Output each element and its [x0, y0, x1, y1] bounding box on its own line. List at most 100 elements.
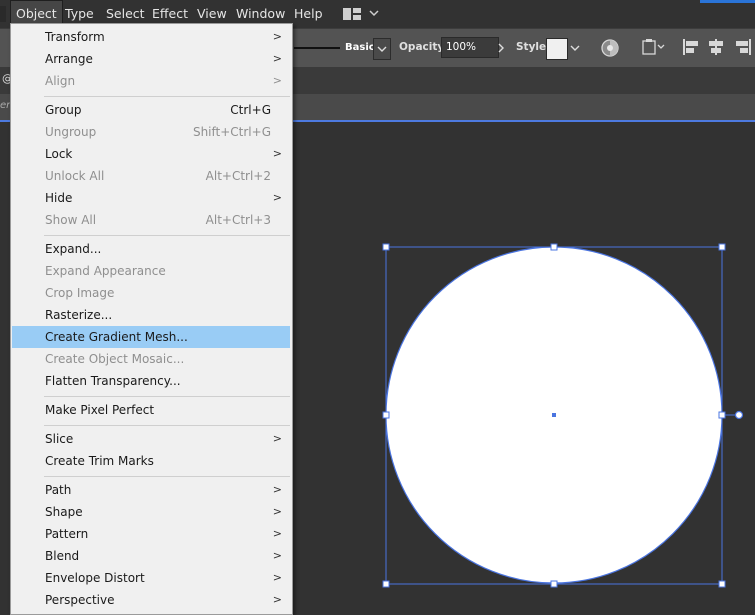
submenu-arrow-icon: > [272, 147, 282, 160]
menu-item-flatten-transparency[interactable]: Flatten Transparency... [12, 370, 290, 392]
menu-item-label: Ungroup [45, 125, 97, 139]
menu-item-label: Shape [45, 505, 83, 519]
brush-label: Basic [345, 42, 375, 53]
menu-item-create-gradient-mesh[interactable]: Create Gradient Mesh... [12, 326, 290, 348]
submenu-arrow-icon: > [272, 549, 282, 562]
menu-item-label: Envelope Distort [45, 571, 145, 585]
brush-stroke-preview[interactable] [294, 47, 340, 49]
menu-item-label: Transform [45, 30, 105, 44]
chevron-down-icon [377, 46, 387, 52]
menu-item-create-object-mosaic: Create Object Mosaic... [12, 348, 290, 370]
menu-item-label: Rasterize... [45, 308, 113, 322]
menu-item-shape[interactable]: Shape > [12, 501, 290, 523]
submenu-arrow-icon: > [272, 505, 282, 518]
menu-item-expand-appearance: Expand Appearance [12, 260, 290, 282]
menu-item-label: Blend [45, 549, 80, 563]
chevron-down-icon [570, 45, 580, 51]
menu-item-expand[interactable]: Expand... [12, 238, 290, 260]
align-left-icon[interactable] [682, 38, 700, 56]
menu-separator [44, 235, 290, 236]
handle-middle-left[interactable] [382, 411, 390, 419]
submenu-arrow-icon: > [272, 74, 282, 87]
handle-bottom-middle[interactable] [550, 580, 558, 588]
menu-item-transform[interactable]: Transform > [12, 26, 290, 48]
handle-top-middle[interactable] [550, 243, 558, 251]
center-point [552, 413, 556, 417]
workspace-layout-icon[interactable] [343, 8, 361, 20]
menu-item-envelope-distort[interactable]: Envelope Distort > [12, 567, 290, 589]
submenu-arrow-icon: > [272, 483, 282, 496]
submenu-arrow-icon: > [272, 191, 282, 204]
chevron-down-icon[interactable] [369, 6, 379, 20]
object-menu: Transform > Arrange > Align > Group Ctrl+G U… [10, 23, 293, 615]
menu-item-rasterize[interactable]: Rasterize... [12, 304, 290, 326]
menu-item-label: Show All [45, 213, 97, 227]
document-setup-icon[interactable] [641, 38, 667, 56]
ruler-label: er [0, 100, 11, 111]
opacity-arrow-button[interactable] [496, 38, 508, 58]
menu-item-make-pixel-perfect[interactable]: Make Pixel Perfect [12, 399, 290, 421]
menu-separator [44, 476, 290, 477]
menu-item-lock[interactable]: Lock > [12, 143, 290, 165]
menu-item-show-all: Show All Alt+Ctrl+3 [12, 209, 290, 231]
menu-item-label: Expand Appearance [45, 264, 166, 278]
menu-item-shortcut: Ctrl+G [230, 103, 271, 117]
recolor-artwork-icon[interactable] [600, 38, 620, 58]
menu-item-label: Slice [45, 432, 74, 446]
chevron-right-icon [498, 43, 504, 53]
submenu-arrow-icon: > [272, 571, 282, 584]
submenu-arrow-icon: > [272, 593, 282, 606]
menu-item-label: Expand... [45, 242, 102, 256]
menu-item-perspective[interactable]: Perspective > [12, 589, 290, 611]
menu-item-path[interactable]: Path > [12, 479, 290, 501]
menu-item-label: Arrange [45, 52, 93, 66]
menu-item-pattern[interactable]: Pattern > [12, 523, 290, 545]
menu-item-align: Align > [12, 70, 290, 92]
style-dropdown-button[interactable] [570, 38, 582, 58]
menu-item-label: Unlock All [45, 169, 105, 183]
handle-bottom-right[interactable] [718, 580, 726, 588]
menu-item-label: Create Object Mosaic... [45, 352, 185, 366]
style-swatch[interactable] [546, 38, 568, 60]
submenu-arrow-icon: > [272, 52, 282, 65]
menu-item-label: Lock [45, 147, 73, 161]
menu-item-label: Crop Image [45, 286, 115, 300]
menu-item-label: Path [45, 483, 72, 497]
handle-middle-right[interactable] [718, 411, 726, 419]
align-horizontal-center-icon[interactable] [707, 38, 725, 56]
pie-widget-handle[interactable] [734, 410, 744, 420]
align-right-icon[interactable] [734, 38, 752, 56]
window-accent-bar [700, 0, 755, 3]
menu-item-label: Group [45, 103, 82, 117]
menu-item-label: Align [45, 74, 76, 88]
menu-item-label: Perspective [45, 593, 115, 607]
menu-item-label: Hide [45, 191, 73, 205]
menu-item-blend[interactable]: Blend > [12, 545, 290, 567]
menu-item-shortcut: Shift+Ctrl+G [192, 125, 271, 139]
menu-item-label: Create Gradient Mesh... [45, 330, 188, 344]
menu-item-label: Make Pixel Perfect [45, 403, 155, 417]
handle-bottom-left[interactable] [382, 580, 390, 588]
submenu-arrow-icon: > [272, 432, 282, 445]
menu-item-arrange[interactable]: Arrange > [12, 48, 290, 70]
menu-item-label: Flatten Transparency... [45, 374, 181, 388]
submenu-arrow-icon: > [272, 30, 282, 43]
menu-item-slice[interactable]: Slice > [12, 428, 290, 450]
menu-item-ungroup: Ungroup Shift+Ctrl+G [12, 121, 290, 143]
menu-item-label: Pattern [45, 527, 89, 541]
handle-top-right[interactable] [718, 243, 726, 251]
brush-dropdown-button[interactable] [373, 38, 391, 60]
menu-item-hide[interactable]: Hide > [12, 187, 290, 209]
menu-item-shortcut: Alt+Ctrl+2 [205, 169, 271, 183]
menu-help[interactable]: Help [288, 0, 329, 28]
menu-item-shortcut: Alt+Ctrl+3 [205, 213, 271, 227]
menu-item-unlock-all: Unlock All Alt+Ctrl+2 [12, 165, 290, 187]
opacity-input[interactable]: 100% [441, 37, 499, 58]
menu-item-label: Create Trim Marks [45, 454, 154, 468]
handle-top-left[interactable] [382, 243, 390, 251]
menu-item-group[interactable]: Group Ctrl+G [12, 99, 290, 121]
menu-separator [44, 396, 290, 397]
menu-item-create-trim-marks[interactable]: Create Trim Marks [12, 450, 290, 472]
menu-bar-left-edge [0, 6, 6, 22]
submenu-arrow-icon: > [272, 527, 282, 540]
